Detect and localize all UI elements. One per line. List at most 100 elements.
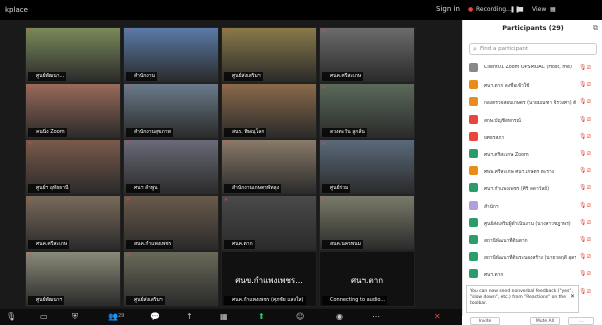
video-off-icon[interactable]: ⧄ xyxy=(587,116,591,124)
more-button[interactable]: ⋯ xyxy=(372,312,380,322)
mic-muted-icon[interactable]: 🎙 xyxy=(579,184,587,191)
mic-muted-icon[interactable]: 🎙 xyxy=(579,202,587,209)
video-tile[interactable]: ✕ ศนค.ศรีสะเกษ xyxy=(319,27,415,83)
video-off-icon[interactable]: ⧄ xyxy=(587,133,591,141)
mic-muted-icon[interactable]: 🎙 xyxy=(579,236,587,243)
reactions-button[interactable]: ☺ xyxy=(296,312,304,322)
participant-name: ศูนย์ส่งเสริมผู้ดำเนินงาน (นางสาวชฎาพร) xyxy=(484,221,571,227)
mic-muted-icon[interactable]: 🎙 xyxy=(579,64,587,71)
video-off-icon[interactable]: ⧄ xyxy=(587,253,591,261)
grid-icon[interactable]: ▦ xyxy=(550,6,556,13)
video-tile[interactable]: ✕ ศนฯ ลำพูน xyxy=(123,139,219,195)
video-tile[interactable]: ✕ คนนิ่ง Zoom xyxy=(25,83,121,139)
video-off-icon[interactable]: ⧄ xyxy=(587,270,591,278)
video-off-icon[interactable]: ⧄ xyxy=(587,81,591,89)
video-tile[interactable]: ✕ ศูนย์ส่งเสริมฯ xyxy=(221,27,317,83)
video-off-icon[interactable]: ⧄ xyxy=(587,98,591,106)
apps-icon[interactable]: ▦ xyxy=(220,312,228,322)
sign-in-link[interactable]: Sign in xyxy=(436,5,460,13)
participant-row[interactable]: ยศธรสภา 🎙 ⧄ xyxy=(463,129,602,146)
video-tile[interactable]: ✕ สำนักงาน xyxy=(123,27,219,83)
video-off-icon[interactable]: ⧄ xyxy=(587,167,591,175)
participant-row[interactable]: ศูนย์ส่งเสริมผู้ดำเนินงาน (นางสาวชฎาพร) 🎙… xyxy=(463,215,602,232)
participant-name-label: Connecting to audio... xyxy=(322,296,388,305)
share-screen-button[interactable]: ↑ xyxy=(186,312,193,322)
more-options-button[interactable]: ... xyxy=(568,317,594,325)
mic-muted-icon[interactable]: 🎙 xyxy=(579,116,587,123)
video-tile[interactable]: ✕ สำนักงานเกษตรพัทลุง xyxy=(221,139,317,195)
video-off-icon[interactable]: ⧄ xyxy=(587,202,591,210)
participant-row[interactable]: ศนฯ.ตาก ลงชื่อเข้าใช้ 🎙 ⧄ xyxy=(463,77,602,94)
mute-all-button[interactable]: Mute All xyxy=(530,317,560,325)
participant-name-label: ศูนย์พัฒนาฯ xyxy=(28,296,65,305)
video-tile[interactable]: ✕ ศูนย์ส่งเสริมฯ xyxy=(123,251,219,307)
video-tile[interactable]: ✕ ศนค.ตาก xyxy=(221,195,317,251)
video-tile[interactable]: ✕ ศูนย์ร่วม xyxy=(319,139,415,195)
participant-row[interactable]: สถานีพัฒนาที่ดินตาก 🎙 ⧄ xyxy=(463,232,602,249)
avatar xyxy=(469,131,478,141)
view-button[interactable]: View xyxy=(532,6,546,13)
chat-button[interactable]: 💬 xyxy=(150,312,160,322)
search-input[interactable]: ⌕ Find a participant xyxy=(469,43,597,55)
participant-name-label: สำนักงานสุขภาพ xyxy=(126,128,173,137)
video-tile[interactable]: ✕ ดวงตะวัน ลูกลั่น xyxy=(319,83,415,139)
video-tile[interactable]: ✕ สนค.นครพนม xyxy=(319,195,415,251)
mic-muted-icon[interactable]: 🎙 xyxy=(579,167,587,174)
participant-name: สำนักฯ xyxy=(484,204,499,210)
mic-muted-icon[interactable]: 🎙 xyxy=(579,150,587,157)
video-off-icon[interactable]: ⧄ xyxy=(587,150,591,158)
video-off-icon[interactable]: ⧄ xyxy=(587,184,591,192)
participant-row[interactable]: สถานีพัฒนาที่ดินระนองสร้าง (นายวลฤดี อุด… xyxy=(463,249,602,266)
video-off-icon[interactable]: ⧄ xyxy=(587,288,591,296)
video-tile[interactable]: ✕ ศนค.ศรีสะเกษ xyxy=(25,195,121,251)
mic-muted-icon: ✕ xyxy=(126,253,131,259)
participants-button[interactable]: 👥 xyxy=(108,312,118,322)
avatar-tile[interactable]: ศนฯ.ตาก Connecting to audio... xyxy=(319,251,415,307)
participant-row[interactable]: สกษ.บัญชีสหกรณ์ 🎙 ⧄ xyxy=(463,112,602,129)
mic-muted-icon[interactable]: 🎙 xyxy=(579,288,587,295)
participant-name: ศนฯ.ศรีสะเกษ Zoom xyxy=(484,153,529,158)
video-tile[interactable]: ✕ สำนักงานสุขภาพ xyxy=(123,83,219,139)
record-button[interactable]: ◉ xyxy=(336,312,343,322)
video-tile[interactable]: ✕ สนร. พิษณุโลก xyxy=(221,83,317,139)
participant-name: ยศธรสภา xyxy=(484,135,505,141)
video-tile[interactable]: ✕ ศูนย์พัฒนาฯ xyxy=(25,251,121,307)
security-icon[interactable]: ⛨ xyxy=(72,312,78,322)
workplace-label: kplace xyxy=(5,6,28,14)
participant-row[interactable]: Client01 Zoom OPSMOAC (Host, me) 🎙 ⧄ xyxy=(463,60,602,77)
video-grid: ✕ ศูนย์พัฒนา... ✕ สำนักงาน ✕ ศูนย์ส่งเสริมฯ ✕ ศ… xyxy=(25,27,415,307)
mic-muted-icon[interactable]: 🎙 xyxy=(579,133,587,140)
video-off-icon[interactable]: ⧄ xyxy=(587,219,591,227)
mic-muted-icon[interactable]: 🎙 xyxy=(579,270,587,277)
mic-muted-icon[interactable]: 🎙 xyxy=(579,98,587,105)
avatar xyxy=(469,217,478,227)
participant-row[interactable]: สำนักฯ 🎙 ⧄ xyxy=(463,198,602,215)
share-icon[interactable]: ⬆ xyxy=(258,312,265,322)
participant-row[interactable]: ศนฯ.ศรีสะเกษ Zoom 🎙 ⧄ xyxy=(463,146,602,163)
mute-button[interactable]: 🎙 xyxy=(6,312,16,322)
mic-muted-icon[interactable]: 🎙 xyxy=(579,253,587,260)
video-button[interactable]: ▭ xyxy=(40,312,48,322)
video-off-icon[interactable]: ⧄ xyxy=(587,236,591,244)
mic-muted-icon[interactable]: 🎙 xyxy=(579,219,587,226)
video-tile[interactable]: ✕ ศูนย์ฯ อุทัยธานี xyxy=(25,139,121,195)
avatar-tile[interactable]: ศนข.กำแพงเพชร... ศนค.กำแพงเพชร (ศุภชัย แส… xyxy=(221,251,317,307)
participant-row[interactable]: กองตรวจสอบเกษตร (นายมณฑา จิรวงศา) ตัวแทน… xyxy=(463,94,602,111)
participant-row[interactable]: ศนฯ.ตาก 🎙 ⧄ xyxy=(463,266,602,283)
participant-row[interactable]: ศนฯ.กำแพงเพชร (ศิริ ลดาวัลย์) 🎙 ⧄ xyxy=(463,180,602,197)
end-button[interactable]: ✕ xyxy=(434,312,441,322)
stop-icon[interactable]: ■ xyxy=(518,6,524,13)
video-tile[interactable]: ✕ ศูนย์พัฒนา... xyxy=(25,27,121,83)
participant-name-label: สนค.นครพนม xyxy=(322,240,363,249)
video-off-icon[interactable]: ⧄ xyxy=(587,64,591,72)
invite-button[interactable]: Invite xyxy=(470,317,500,325)
mic-muted-icon: ✕ xyxy=(322,141,327,147)
participant-name-label: สนค.กำแพงเพชร xyxy=(126,240,174,249)
mic-muted-icon[interactable]: 🎙 xyxy=(579,81,587,88)
video-tile[interactable]: ✕ สนค.กำแพงเพชร xyxy=(123,195,219,251)
popout-icon[interactable]: ⧉ xyxy=(593,24,598,33)
participant-row[interactable]: ศพพ.ศรีสะเกษ ศนฯ.เกษตร ตะราง 🎙 ⧄ xyxy=(463,163,602,180)
participants-count: 29 xyxy=(118,313,125,319)
close-icon[interactable]: ✕ xyxy=(570,294,575,300)
search-icon: ⌕ xyxy=(473,45,477,53)
